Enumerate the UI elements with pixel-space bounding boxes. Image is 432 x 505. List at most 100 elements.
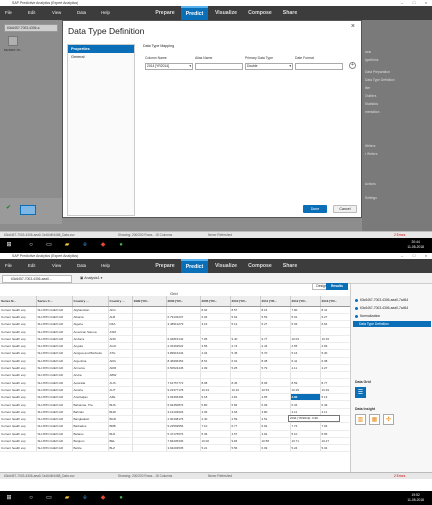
table-cell[interactable]: SH.XPD.CHEX.GD: [36, 349, 73, 358]
close-icon[interactable]: ×: [351, 23, 355, 30]
table-cell[interactable]: 4.65: [260, 393, 291, 402]
table-cell[interactable]: Argentina: [72, 357, 109, 365]
table-cell[interactable]: 8.57: [230, 306, 261, 314]
table-cell[interactable]: 6.79133237: [166, 313, 201, 322]
tab-visualize[interactable]: Visualize: [210, 259, 242, 273]
table-cell[interactable]: 3.48913279: [166, 320, 201, 329]
table-cell[interactable]: 7.84205336: [166, 437, 201, 446]
table-cell[interactable]: 10.27: [320, 437, 350, 446]
menu-view[interactable]: View: [52, 6, 61, 20]
panel-item[interactable]: lgorithms: [365, 58, 378, 62]
table-cell[interactable]: Current health exp: [0, 364, 37, 373]
task-view-icon[interactable]: ▭: [44, 493, 54, 503]
column-header[interactable]: 2012 [YR...: [290, 296, 321, 307]
table-cell[interactable]: Armenia: [72, 364, 109, 373]
table-row[interactable]: Current health exp SH.XPD.CHEX.GD Afghanis…: [0, 306, 350, 314]
table-cell[interactable]: 5.62: [230, 313, 261, 322]
table-cell[interactable]: 5.70: [260, 349, 291, 358]
table-cell[interactable]: 8.46996453: [166, 357, 201, 365]
table-cell[interactable]: 4.92: [260, 430, 291, 438]
panel-item[interactable]: Writers: [365, 144, 375, 148]
table-cell[interactable]: SH.XPD.CHEX.GD: [36, 386, 73, 395]
table-cell[interactable]: [132, 371, 167, 380]
table-cell[interactable]: 5.22569556: [166, 422, 201, 431]
table-cell[interactable]: Current health exp: [0, 444, 37, 453]
table-cell[interactable]: ALB: [108, 313, 133, 322]
table-cell[interactable]: BEL: [108, 437, 133, 446]
table-cell[interactable]: 6.09: [260, 444, 291, 453]
column-header[interactable]: 2010 [YR...: [230, 296, 261, 307]
table-cell[interactable]: ARG: [108, 357, 133, 365]
table-cell[interactable]: 7.74: [290, 422, 321, 431]
table-cell[interactable]: 5.30: [320, 349, 350, 358]
table-cell[interactable]: [132, 400, 167, 409]
column-header[interactable]: 2000 [YR...: [166, 296, 201, 307]
table-cell[interactable]: 3.56: [200, 342, 231, 351]
thumbnail-icon[interactable]: [20, 205, 36, 215]
done-button[interactable]: Done: [303, 205, 327, 213]
table-cell[interactable]: [132, 364, 167, 373]
table-cell[interactable]: Andorra: [72, 335, 109, 344]
table-cell[interactable]: [132, 335, 167, 344]
date-format-input[interactable]: [295, 63, 343, 70]
table-row[interactable]: Current health exp SH.XPD.CHEX.GD Belarus B…: [0, 430, 350, 438]
table-cell[interactable]: 10.29: [320, 386, 350, 395]
analysis-dropdown[interactable]: ▣ Analysis1 ▾: [80, 276, 102, 280]
table-cell[interactable]: [166, 327, 201, 336]
tab-compose[interactable]: Compose: [244, 259, 276, 273]
table-row[interactable]: Current health exp SH.XPD.CHEX.GD Azerbaij…: [0, 393, 350, 402]
table-cell[interactable]: Bahrain: [72, 408, 109, 416]
table-cell[interactable]: [132, 378, 167, 387]
table-cell[interactable]: 7.03: [320, 422, 350, 431]
table-cell[interactable]: [230, 371, 261, 380]
table-cell[interactable]: Current health exp: [0, 430, 37, 438]
tab-predict[interactable]: Predict: [181, 6, 208, 20]
table-cell[interactable]: 5.21: [200, 444, 231, 453]
table-cell[interactable]: 3.94203535: [166, 444, 201, 453]
table-cell[interactable]: 8.16: [260, 306, 291, 314]
table-cell[interactable]: 5.93: [290, 320, 321, 329]
table-cell[interactable]: 8.02: [200, 306, 231, 314]
column-header[interactable]: 2005 [YR...: [200, 296, 231, 307]
table-cell[interactable]: AUT: [108, 386, 133, 395]
table-cell[interactable]: Current health exp: [0, 371, 37, 380]
menu-data[interactable]: Data: [77, 6, 86, 20]
table-cell[interactable]: Current health exp: [0, 408, 37, 416]
tab-share[interactable]: Share: [278, 6, 302, 20]
table-cell[interactable]: Austria: [72, 386, 109, 395]
table-cell[interactable]: AUS: [108, 378, 133, 387]
table-cell[interactable]: 5.79: [260, 364, 291, 373]
table-cell[interactable]: SH.XPD.CHEX.GD: [36, 335, 73, 344]
table-cell[interactable]: ASM: [108, 327, 133, 336]
table-cell[interactable]: 6.50524445: [166, 364, 201, 373]
table-cell[interactable]: 4.11: [290, 364, 321, 373]
table-cell[interactable]: [166, 371, 201, 380]
table-cell[interactable]: Current health exp: [0, 386, 37, 395]
table-cell[interactable]: SH.XPD.CHEX.GD: [36, 342, 73, 351]
table-cell[interactable]: Bangladesh: [72, 415, 109, 424]
table-cell[interactable]: Current health exp: [0, 393, 37, 402]
table-cell[interactable]: 5.94450876: [166, 400, 201, 409]
table-cell[interactable]: BGD: [108, 415, 133, 424]
table-cell[interactable]: SH.XPD.CHEX.GD: [36, 408, 73, 416]
table-cell[interactable]: 4.27: [320, 364, 350, 373]
cancel-button[interactable]: Cancel: [333, 205, 357, 213]
table-cell[interactable]: 7.90: [290, 306, 321, 314]
table-cell[interactable]: AFG: [108, 306, 133, 314]
table-cell[interactable]: 9.23377178: [166, 386, 201, 395]
table-cell[interactable]: ATG: [108, 349, 133, 358]
table-cell[interactable]: SH.XPD.CHEX.GD: [36, 378, 73, 387]
table-cell[interactable]: 8.38: [260, 357, 291, 365]
column-header[interactable]: Series N...: [0, 296, 37, 307]
table-cell[interactable]: 2.69: [320, 342, 350, 351]
table-cell[interactable]: ARM: [108, 364, 133, 373]
table-cell[interactable]: 6.38: [320, 357, 350, 365]
table-row[interactable]: Current health exp SH.XPD.CHEX.GD Argentin…: [0, 357, 350, 365]
table-cell[interactable]: [230, 327, 261, 336]
table-cell[interactable]: 10.58: [260, 437, 291, 446]
panel-item[interactable]: Statistics: [365, 102, 378, 106]
table-cell[interactable]: Azerbaijan: [72, 393, 109, 402]
table-cell[interactable]: SH.XPD.CHEX.GD: [36, 364, 73, 373]
table-cell[interactable]: SH.XPD.CHEX.GD: [36, 444, 73, 453]
table-cell[interactable]: SH.XPD.CHEX.GD: [36, 313, 73, 322]
